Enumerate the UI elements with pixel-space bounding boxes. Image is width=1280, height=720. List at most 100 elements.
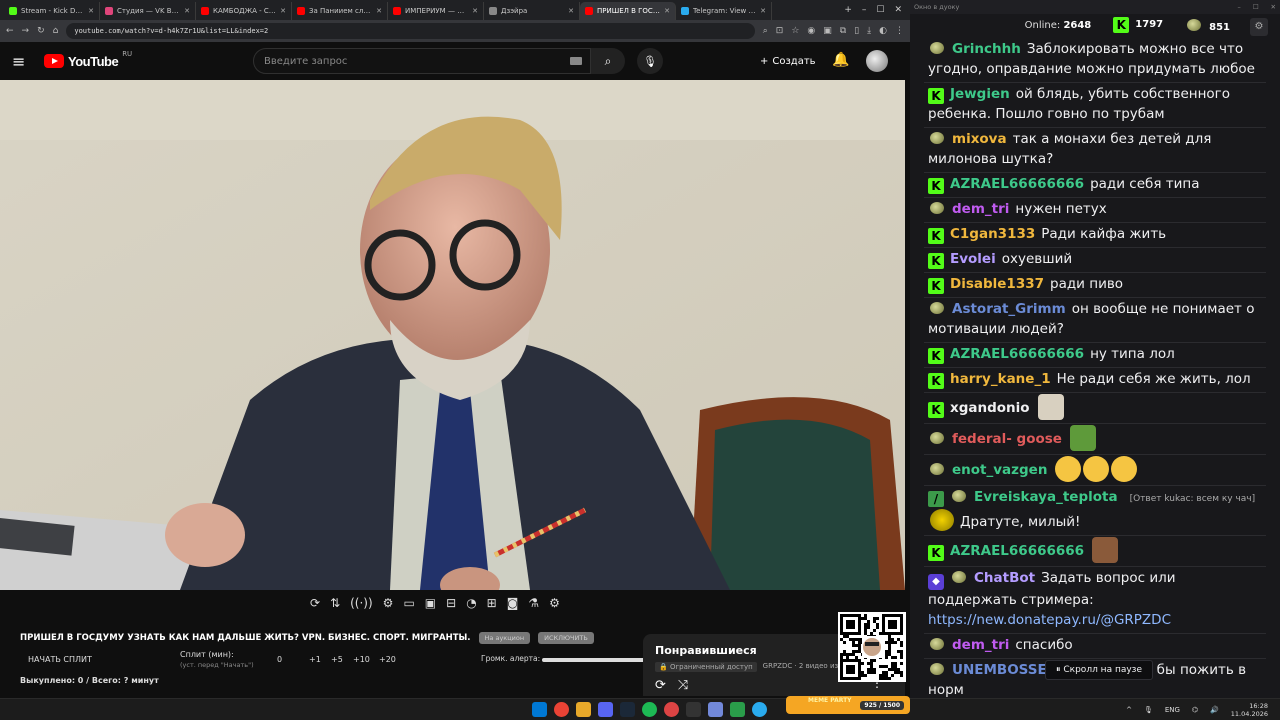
split-value-1[interactable]: +1 xyxy=(309,655,321,664)
close-tab-icon[interactable]: ✕ xyxy=(568,7,574,15)
gear-icon[interactable]: ⚙ xyxy=(549,596,560,610)
chat-username[interactable]: federal- goose xyxy=(952,431,1062,447)
split-value-20[interactable]: +20 xyxy=(379,655,396,664)
browser-tab[interactable]: КАМБОДЖА - Столица✕ xyxy=(196,2,292,20)
chat-username[interactable]: ChatBot xyxy=(974,570,1035,586)
browser-tab[interactable]: Stream - Kick Dashboard ✕ xyxy=(4,2,100,20)
chat-username[interactable]: AZRAEL66666666 xyxy=(950,176,1084,192)
browser-tab[interactable]: Студия — VK Видео Live ✕ xyxy=(100,2,196,20)
sidebar-icon[interactable]: ▯ xyxy=(854,26,859,36)
voice-search-button[interactable]: 🎙 xyxy=(637,48,663,74)
settings-toggle-icon[interactable]: ⚙ xyxy=(383,596,394,610)
chat-username[interactable]: Evolei xyxy=(950,251,996,267)
spotify-icon[interactable] xyxy=(642,702,657,717)
start-split-button[interactable]: НАЧАТЬ СПЛИТ xyxy=(28,655,92,664)
chat-username[interactable]: dem_tri xyxy=(952,637,1009,653)
install-icon[interactable]: ⊡ xyxy=(776,26,784,36)
notifications-icon[interactable]: 🔔 xyxy=(832,52,849,68)
chat-username[interactable]: UNEMBOSSED xyxy=(952,662,1058,678)
close-tab-icon[interactable]: ✕ xyxy=(760,7,766,15)
url-field[interactable]: youtube.com/watch?v=d-h4k7Zr1U&list=LL&i… xyxy=(66,23,755,39)
chat-username[interactable]: Astorat_Grimm xyxy=(952,301,1066,317)
search-icon[interactable]: ⌕ xyxy=(763,26,768,36)
chrome-icon[interactable] xyxy=(554,702,569,717)
network-icon[interactable]: ⌬ xyxy=(1192,706,1198,714)
create-button[interactable]: + Создать xyxy=(752,50,824,72)
volume-icon[interactable]: 🔊 xyxy=(1210,706,1219,714)
split-value-5[interactable]: +5 xyxy=(331,655,343,664)
chat-username[interactable]: xgandonio xyxy=(950,400,1030,416)
sort-icon[interactable]: ⇅ xyxy=(330,596,340,610)
star-icon[interactable]: ☆ xyxy=(791,26,799,36)
loop-icon[interactable]: ⟳ xyxy=(310,596,320,610)
chat-settings-icon[interactable]: ⚙ xyxy=(1250,18,1268,36)
chat-username[interactable]: dem_tri xyxy=(952,201,1009,217)
clip-icon[interactable]: ▭ xyxy=(403,596,414,610)
speed-icon[interactable]: ◔ xyxy=(466,596,476,610)
browser-tab[interactable]: Telegram: View @dvo ✕ xyxy=(676,2,772,20)
close-tab-icon[interactable]: ✕ xyxy=(472,7,478,15)
app-icon[interactable] xyxy=(708,702,723,717)
broadcast-icon[interactable]: ((·)) xyxy=(350,596,373,610)
minimize-icon[interactable]: – xyxy=(862,5,867,15)
close-tab-icon[interactable]: ✕ xyxy=(88,7,94,15)
chat-username[interactable]: Evreiskaya_teplota xyxy=(974,489,1118,505)
extension-icon[interactable]: ◉ xyxy=(807,26,815,36)
miniplayer-icon[interactable]: ⊟ xyxy=(446,596,456,610)
split-value-10[interactable]: +10 xyxy=(353,655,370,664)
extension-icon[interactable]: ▣ xyxy=(823,26,832,36)
telegram-icon[interactable] xyxy=(752,702,767,717)
menu-icon[interactable]: ≡ xyxy=(12,52,36,71)
start-icon[interactable] xyxy=(532,702,547,717)
add-icon[interactable]: ⊞ xyxy=(487,596,497,610)
forward-icon[interactable]: → xyxy=(22,26,30,36)
chat-username[interactable]: Jewgien xyxy=(950,86,1010,102)
camera-icon[interactable]: ◙ xyxy=(507,596,519,610)
auction-button[interactable]: На аукцион xyxy=(478,632,531,644)
new-tab-icon[interactable]: + xyxy=(844,5,852,15)
mic-icon[interactable]: 🎙 xyxy=(1144,706,1153,714)
minimize-icon[interactable]: – xyxy=(1237,3,1240,11)
back-icon[interactable]: ← xyxy=(6,26,14,36)
close-tab-icon[interactable]: ✕ xyxy=(184,7,190,15)
browser-tab[interactable]: Дзэйра ✕ xyxy=(484,2,580,20)
split-value-0[interactable]: 0 xyxy=(277,655,282,664)
donate-link[interactable]: https://new.donatepay.ru/@GRPZDC xyxy=(928,612,1171,628)
download-icon[interactable]: ⤓ xyxy=(867,26,871,36)
search-button[interactable]: ⌕ xyxy=(591,48,625,74)
search-input[interactable]: Введите запрос xyxy=(253,48,591,74)
clock[interactable]: 16:28 11.04.2026 xyxy=(1231,702,1268,718)
chat-username[interactable]: AZRAEL66666666 xyxy=(950,543,1084,559)
alert-volume-slider[interactable] xyxy=(542,658,650,662)
scroll-paused-badge[interactable]: ⏸ Скролл на паузе xyxy=(1045,660,1153,680)
browser-tab[interactable]: ПРИШЕЛ В ГОСДУМУ ✕ xyxy=(580,2,676,20)
youtube-logo[interactable]: YouTube RU xyxy=(44,50,132,69)
discord-icon[interactable] xyxy=(598,702,613,717)
chat-username[interactable]: enot_vazgen xyxy=(952,462,1047,478)
shuffle-icon[interactable]: ⤨ xyxy=(678,678,688,693)
steam-icon[interactable] xyxy=(620,702,635,717)
browser-tab[interactable]: ИМПЕРИУМ — НЕ РО ✕ xyxy=(388,2,484,20)
browser-tab[interactable]: За Паниием следят в р✕ xyxy=(292,2,388,20)
chat-username[interactable]: Disable1337 xyxy=(950,276,1044,292)
menu-icon[interactable]: ⋮ xyxy=(895,26,904,36)
maximize-icon[interactable]: ☐ xyxy=(1253,3,1259,11)
obs-icon[interactable] xyxy=(686,702,701,717)
puzzle-icon[interactable]: ⧉ xyxy=(840,26,846,36)
close-window-icon[interactable]: ✕ xyxy=(894,5,902,15)
chat-username[interactable]: harry_kane_1 xyxy=(950,371,1051,387)
app-icon[interactable] xyxy=(664,702,679,717)
language-indicator[interactable]: ENG xyxy=(1165,706,1180,714)
close-icon[interactable]: ✕ xyxy=(1271,3,1276,11)
home-icon[interactable]: ⌂ xyxy=(53,26,59,36)
exclude-button[interactable]: ИСКЛЮЧИТЬ xyxy=(538,632,594,644)
reload-icon[interactable]: ↻ xyxy=(37,26,45,36)
keyboard-icon[interactable] xyxy=(570,57,582,65)
chat-username[interactable]: AZRAEL66666666 xyxy=(950,346,1084,362)
close-tab-icon[interactable]: ✕ xyxy=(376,7,382,15)
app-icon[interactable] xyxy=(730,702,745,717)
video-player[interactable] xyxy=(0,80,905,590)
flask-icon[interactable]: ⚗ xyxy=(528,596,539,610)
profile-icon[interactable]: ◐ xyxy=(879,26,887,36)
chevron-up-icon[interactable]: ^ xyxy=(1126,706,1132,714)
